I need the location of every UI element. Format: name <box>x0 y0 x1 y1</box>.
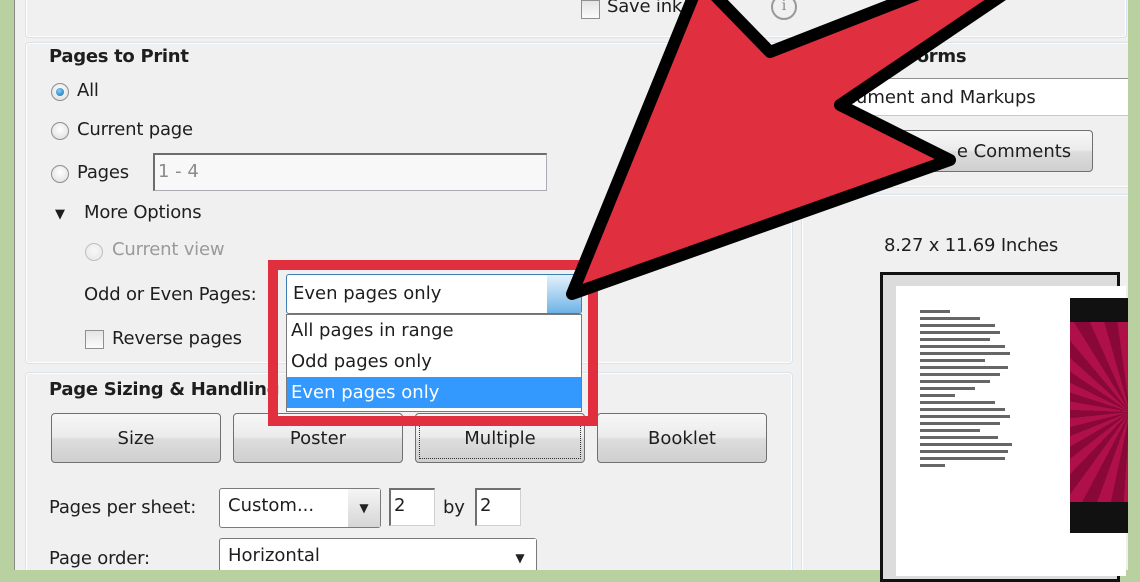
right-border <box>1128 0 1140 570</box>
red-arrow-annotation <box>566 0 1006 300</box>
red-arrow-shape <box>566 0 1006 300</box>
